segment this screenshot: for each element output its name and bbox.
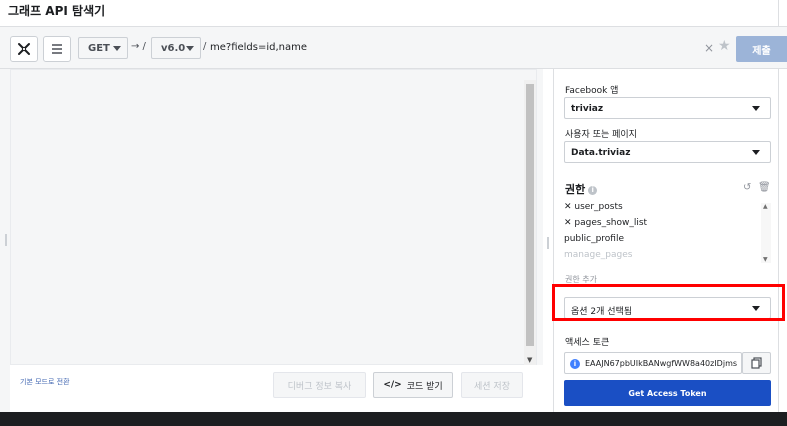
star-icon[interactable]: ★ [718, 38, 731, 54]
user-page-value: Data.triviaz [571, 148, 631, 158]
chevron-down-icon [752, 106, 760, 111]
get-code-button[interactable]: </> 코드 받기 [373, 372, 453, 398]
query-path-input[interactable]: me?fields=id,name [210, 37, 735, 59]
menu-button[interactable] [43, 36, 71, 62]
version-dropdown[interactable]: v6.0 [151, 37, 201, 59]
get-code-label: 코드 받기 [406, 381, 443, 392]
chevron-down-icon [186, 46, 194, 51]
facebook-app-label: Facebook 앱 [565, 86, 619, 96]
save-session-label: 세션 저장 [474, 381, 510, 392]
permission-item: public_profile [564, 234, 625, 244]
highlight-box [552, 284, 785, 321]
query-toolbar: GET → / v6.0 / me?fields=id,name × ★ 제출 [0, 27, 787, 69]
path-separator: / [203, 41, 207, 52]
hamburger-icon [52, 44, 62, 54]
copy-debug-label: 디버그 정보 복사 [287, 381, 352, 392]
title-bar: 그래프 API 탐색기 [0, 0, 787, 27]
method-value: GET [88, 42, 110, 54]
copy-token-button[interactable] [742, 352, 771, 374]
facebook-app-select[interactable]: triviaz [564, 97, 771, 119]
response-panel: ▼ 기본 모드로 전환 디버그 정보 복사 </> 코드 받기 세션 저장 [0, 69, 543, 412]
chevron-down-icon [752, 150, 760, 155]
permissions-list: ✕ user_posts ✕ pages_show_list public_pr… [564, 200, 771, 264]
chevron-down-icon [113, 46, 121, 51]
copy-debug-button[interactable]: 디버그 정보 복사 [273, 372, 366, 398]
graph-api-explorer: 그래프 API 탐색기 GET → / v6.0 / me?fields=id,… [0, 0, 787, 426]
undo-icon[interactable]: ↺ [743, 182, 751, 193]
access-token-field[interactable]: i EAAJN67pbUIkBANwgfWW8a40zIDjms [564, 352, 742, 374]
basic-mode-link[interactable]: 기본 모드로 전환 [20, 377, 70, 387]
panel-splitter[interactable] [543, 69, 553, 412]
tools-icon [18, 43, 30, 55]
permission-item: manage_pages [564, 250, 633, 260]
editor-scrollbar-thumb[interactable] [526, 84, 534, 346]
permissions-scrollbar[interactable]: ▲ ▼ [761, 203, 771, 263]
code-icon: </> [383, 380, 402, 390]
splitter-grip[interactable] [547, 237, 549, 249]
copy-icon [751, 357, 762, 369]
facebook-app-value: triviaz [571, 104, 604, 114]
version-value: v6.0 [161, 42, 186, 54]
permissions-title: 권한 [565, 183, 586, 196]
clear-icon[interactable]: × [704, 41, 714, 55]
footer-bar [0, 412, 787, 426]
tools-button[interactable] [10, 36, 38, 62]
info-icon[interactable]: i [588, 186, 598, 195]
right-scrollbar[interactable] [778, 69, 787, 412]
get-access-token-button[interactable]: Get Access Token [564, 380, 771, 406]
permissions-heading: 권한 i [565, 181, 598, 197]
submit-button[interactable]: 제출 [736, 36, 787, 62]
info-icon[interactable]: i [570, 359, 580, 369]
method-dropdown[interactable]: GET [78, 37, 128, 59]
scroll-down-icon[interactable]: ▼ [763, 256, 768, 263]
response-editor[interactable]: ▼ [10, 69, 537, 366]
save-session-button[interactable]: 세션 저장 [461, 372, 523, 398]
query-path-value: me?fields=id,name [210, 42, 308, 53]
permission-item[interactable]: ✕ user_posts [564, 202, 623, 212]
editor-scrollbar[interactable]: ▼ [524, 80, 536, 366]
trash-icon[interactable]: 🗑 [758, 182, 771, 193]
access-token-panel: Facebook 앱 triviaz 사용자 또는 페이지 Data.trivi… [553, 69, 778, 412]
scroll-down-icon[interactable]: ▼ [527, 356, 532, 364]
method-separator: → / [131, 41, 146, 52]
title-divider [778, 0, 779, 27]
access-token-label: 액세스 토큰 [565, 338, 610, 348]
user-page-select[interactable]: Data.triviaz [564, 141, 771, 163]
scroll-up-icon[interactable]: ▲ [763, 203, 768, 210]
response-actions: 기본 모드로 전환 디버그 정보 복사 </> 코드 받기 세션 저장 [10, 365, 543, 412]
permission-item[interactable]: ✕ pages_show_list [564, 218, 647, 228]
window-title: 그래프 API 탐색기 [8, 4, 106, 18]
left-splitter-handle[interactable] [5, 234, 7, 246]
user-page-label: 사용자 또는 페이지 [565, 130, 637, 140]
access-token-value: EAAJN67pbUIkBANwgfWW8a40zIDjms [585, 359, 738, 368]
